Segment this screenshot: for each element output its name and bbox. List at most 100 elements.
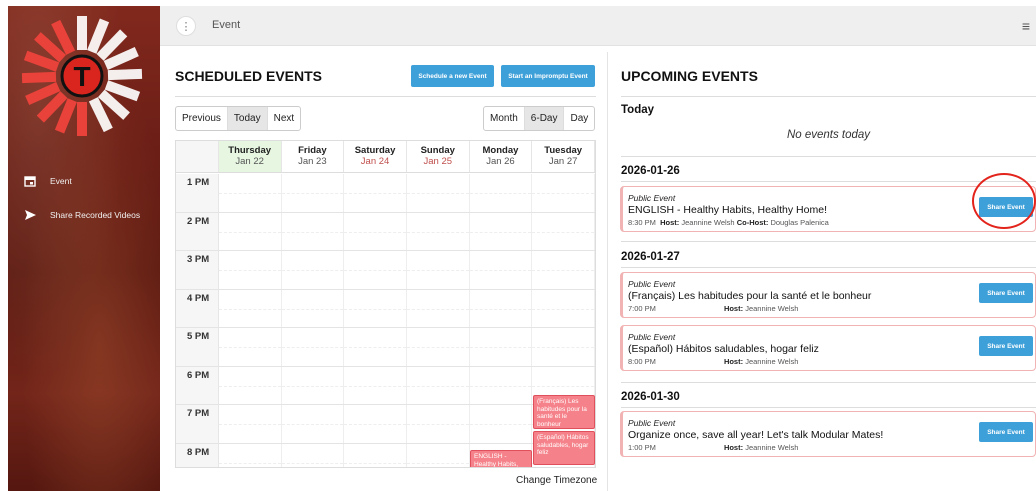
time-slot[interactable]	[281, 366, 345, 404]
divider	[621, 181, 1036, 182]
time-slot[interactable]	[218, 366, 282, 404]
time-slot[interactable]	[469, 405, 533, 443]
time-slot[interactable]	[469, 251, 533, 289]
sidebar: T Event Share Recorded Videos	[8, 6, 160, 491]
time-slot[interactable]	[281, 405, 345, 443]
time-slot[interactable]	[344, 328, 407, 366]
time-slot[interactable]	[469, 328, 533, 366]
time-slot[interactable]	[532, 212, 595, 250]
event-time: 8:30 PM	[628, 218, 656, 227]
day-name: Saturday	[354, 145, 396, 156]
date-heading: 2026-01-30	[621, 391, 680, 403]
sidebar-item-share-recorded-videos[interactable]: Share Recorded Videos	[8, 198, 160, 232]
time-slot[interactable]	[469, 174, 533, 212]
event-host: Jeannine Welsh	[745, 357, 799, 366]
event-kind: Public Event	[628, 418, 676, 428]
time-slot[interactable]	[281, 212, 345, 250]
share-event-button[interactable]: Share Event	[979, 336, 1033, 356]
event-cohost: Douglas Palenica	[770, 218, 829, 227]
upcoming-events-title: UPCOMING EVENTS	[621, 68, 758, 84]
share-event-button[interactable]: Share Event	[979, 283, 1033, 303]
day-header-thursday: Thursday Jan 22	[218, 141, 282, 172]
event-host: Jeannine Welsh	[745, 304, 799, 313]
time-slot[interactable]	[218, 174, 282, 212]
day-date: Jan 24	[360, 156, 390, 167]
calendar-event-english[interactable]: ENGLISH - Healthy Habits, Healthy Home!	[470, 450, 532, 467]
time-slot[interactable]	[344, 174, 407, 212]
view-day-button[interactable]: Day	[564, 107, 594, 130]
upcoming-event-card[interactable]: Public Event Organize once, save all yea…	[620, 411, 1036, 457]
time-slot[interactable]	[344, 212, 407, 250]
today-button[interactable]: Today	[227, 107, 268, 130]
day-date: Jan 23	[298, 156, 327, 167]
view-6-day-button[interactable]: 6-Day	[524, 107, 565, 130]
day-name: Monday	[482, 145, 519, 156]
time-slot[interactable]	[406, 328, 470, 366]
hour-row: 2 PM	[176, 212, 595, 251]
schedule-new-event-button[interactable]: Schedule a new Event	[411, 65, 494, 87]
calendar-event-french[interactable]: (Français) Les habitudes pour la santé e…	[533, 395, 595, 429]
upcoming-event-card[interactable]: Public Event (Español) Hábitos saludable…	[620, 325, 1036, 371]
time-slot[interactable]	[218, 212, 282, 250]
event-kind: Public Event	[628, 332, 676, 342]
time-slot[interactable]	[218, 443, 282, 467]
time-slot[interactable]	[532, 174, 595, 212]
time-slot[interactable]	[406, 405, 470, 443]
time-slot[interactable]	[281, 289, 345, 327]
event-title: Organize once, save all year! Let's talk…	[628, 429, 884, 441]
time-slot[interactable]	[406, 366, 470, 404]
time-slot[interactable]	[344, 366, 407, 404]
time-slot[interactable]	[281, 251, 345, 289]
event-time: 7:00 PM	[628, 304, 656, 313]
change-timezone-link[interactable]: Change Timezone	[516, 475, 597, 486]
top-bar: ⋮ Event ≡	[160, 6, 1036, 46]
time-slot[interactable]	[218, 328, 282, 366]
cohost-label: Co-Host:	[736, 218, 769, 227]
hour-row: 1 PM	[176, 174, 595, 213]
hamburger-icon[interactable]: ≡	[1022, 18, 1030, 34]
time-slot[interactable]	[218, 289, 282, 327]
time-slot[interactable]	[281, 443, 345, 467]
sidebar-item-label: Event	[50, 176, 72, 186]
calendar-gutter	[176, 141, 219, 172]
time-slot[interactable]	[281, 328, 345, 366]
logo-letter: T	[73, 61, 90, 92]
time-slot[interactable]	[532, 289, 595, 327]
sidebar-item-event[interactable]: Event	[8, 164, 160, 198]
calendar-event-spanish[interactable]: (Español) Hábitos saludables, hogar feli…	[533, 431, 595, 465]
divider	[621, 267, 1036, 268]
sidebar-item-label: Share Recorded Videos	[50, 210, 141, 220]
next-button[interactable]: Next	[268, 107, 301, 130]
time-slot[interactable]	[344, 289, 407, 327]
time-slot[interactable]	[532, 328, 595, 366]
time-slot[interactable]	[406, 443, 470, 467]
time-slot[interactable]	[218, 251, 282, 289]
time-slot[interactable]	[469, 212, 533, 250]
highlight-circle-annotation	[972, 173, 1036, 229]
brand-logo: T	[21, 16, 143, 136]
previous-button[interactable]: Previous	[176, 107, 228, 130]
event-kind: Public Event	[628, 279, 676, 289]
day-header-friday: Friday Jan 23	[281, 141, 345, 172]
start-impromptu-event-button[interactable]: Start an Impromptu Event	[501, 65, 595, 87]
time-slot[interactable]	[218, 405, 282, 443]
time-slot[interactable]	[344, 251, 407, 289]
more-options-icon[interactable]: ⋮	[176, 16, 196, 36]
time-slot[interactable]	[281, 174, 345, 212]
time-slot[interactable]	[406, 251, 470, 289]
time-slot[interactable]	[469, 366, 533, 404]
time-slot[interactable]	[406, 174, 470, 212]
hour-label: 8 PM	[176, 443, 219, 467]
event-time: 8:00 PM	[628, 357, 656, 366]
time-slot[interactable]	[344, 443, 407, 467]
view-month-button[interactable]: Month	[484, 107, 525, 130]
time-slot[interactable]	[344, 405, 407, 443]
hour-label: 3 PM	[176, 251, 219, 289]
time-slot[interactable]	[406, 212, 470, 250]
share-event-button[interactable]: Share Event	[979, 422, 1033, 442]
time-slot[interactable]	[532, 251, 595, 289]
upcoming-event-card[interactable]: Public Event (Français) Les habitudes po…	[620, 272, 1036, 318]
hour-row: 3 PM	[176, 251, 595, 290]
time-slot[interactable]	[469, 289, 533, 327]
time-slot[interactable]	[406, 289, 470, 327]
